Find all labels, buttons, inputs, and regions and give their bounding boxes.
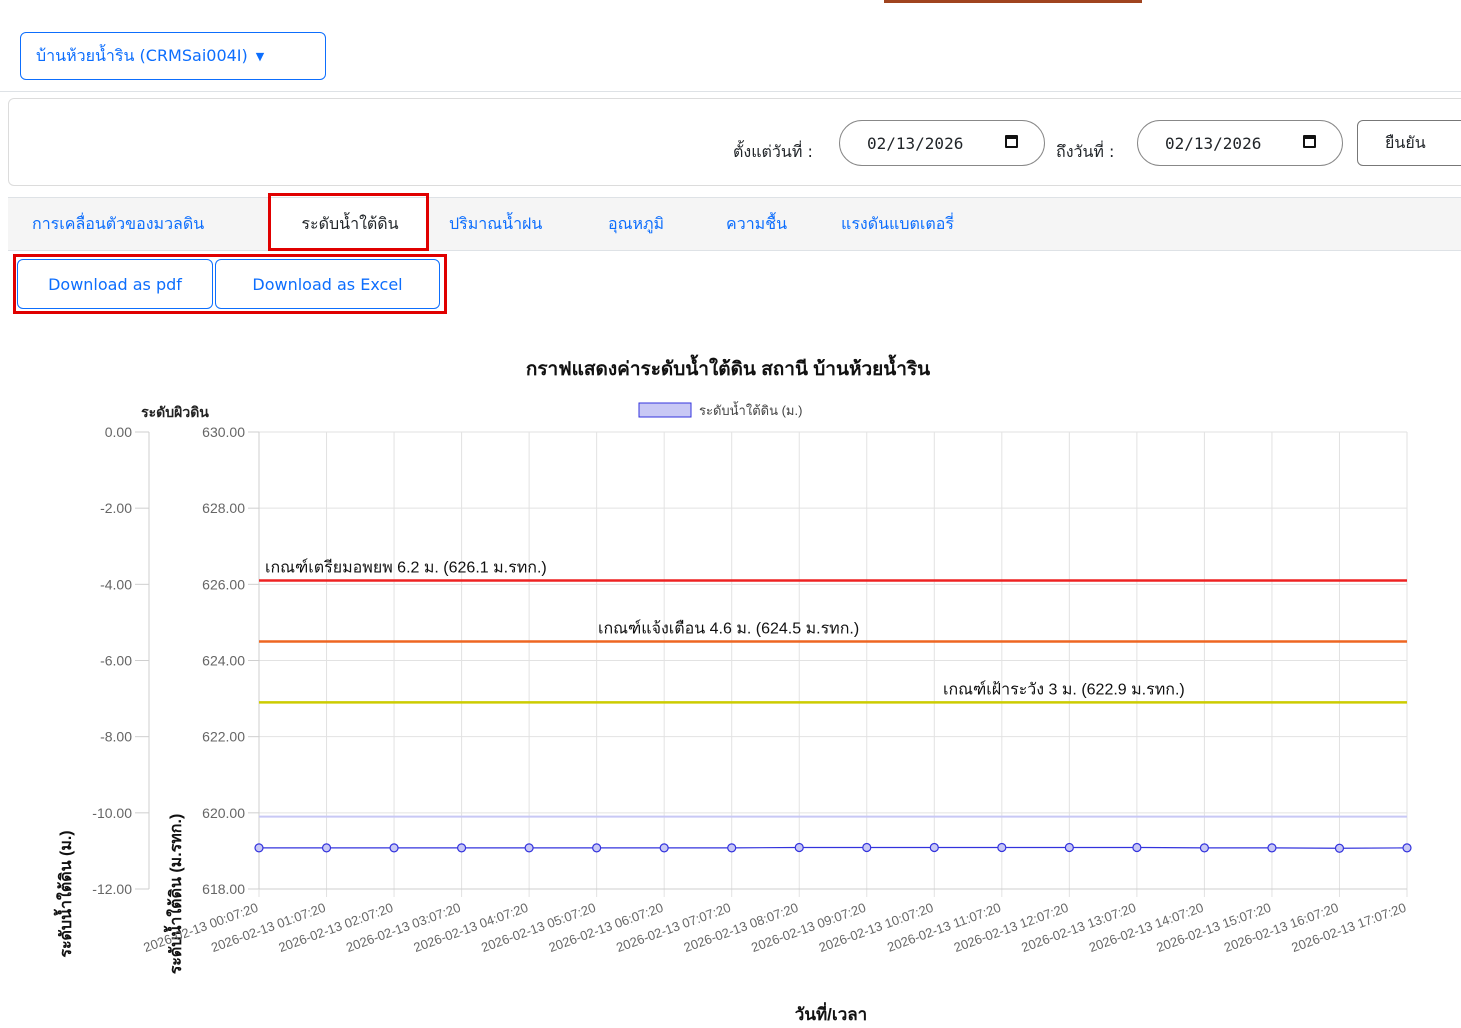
y-left-tick-label: 0.00 (105, 424, 132, 440)
data-point (321, 843, 332, 853)
x-tick-label: 2026-02-13 01:07:20 (209, 900, 328, 955)
surface-level-label: ระดับผิวดิน (141, 404, 209, 420)
divider (0, 91, 1461, 92)
data-point (1064, 842, 1074, 853)
y-left-tick-label: -8.00 (100, 729, 132, 745)
download-pdf-button[interactable]: Download as pdf (17, 259, 213, 309)
y-left-tick-label: -4.00 (100, 576, 132, 592)
data-point (862, 842, 872, 853)
data-point (1267, 843, 1277, 853)
data-point (254, 843, 264, 853)
top-accent-strip (884, 0, 1142, 3)
x-tick-label: 2026-02-13 09:07:20 (749, 900, 868, 955)
x-axis-title: วันที่/เวลา (795, 1002, 867, 1024)
y-right-tick-label: 620.00 (202, 805, 245, 821)
download-pdf-label: Download as pdf (48, 274, 182, 294)
legend-label[interactable]: ระดับน้ำใต้ดิน (ม.) (699, 401, 802, 418)
x-tick-label: 2026-02-13 03:07:20 (344, 900, 463, 955)
x-tick-label: 2026-02-13 14:07:20 (1087, 900, 1206, 955)
tab-rainfall[interactable]: ปริมาณน้ำฝน (449, 198, 542, 251)
tab-battery-voltage[interactable]: แรงดันแบตเตอรี่ (841, 198, 954, 251)
calendar-icon[interactable] (1303, 135, 1316, 148)
tab-temperature[interactable]: อุณหภูมิ (608, 198, 664, 251)
to-date-value: 02/13/2026 (1165, 133, 1262, 153)
x-tick-label: 2026-02-13 00:07:20 (141, 900, 260, 955)
tab-soil-movement[interactable]: การเคลื่อนตัวของมวลดิน (32, 198, 204, 251)
data-point (1199, 843, 1210, 853)
y-right-tick-label: 626.00 (202, 576, 245, 592)
tab-humidity[interactable]: ความชื้น (726, 198, 787, 251)
x-tick-label: 2026-02-13 10:07:20 (817, 900, 936, 955)
tab-label: ความชื้น (726, 214, 788, 233)
tab-label: การเคลื่อนตัวของมวลดิน (32, 214, 205, 233)
to-date-label: ถึงวันที่ : (1056, 142, 1115, 161)
data-point (727, 843, 737, 853)
data-point (592, 843, 602, 853)
legend-swatch[interactable] (638, 402, 692, 418)
y-axis-right-title: ระดับน้ำใต้ดิน (ม.รทก.) (163, 814, 185, 975)
data-point (659, 843, 669, 853)
threshold-label: เกณฑ์เตรียมอพยพ 6.2 ม. (626.1 ม.รทก.) (265, 558, 547, 577)
y-right-tick-label: 618.00 (202, 881, 245, 897)
series-line (259, 846, 1408, 849)
data-point (929, 842, 939, 853)
data-point (1132, 842, 1142, 853)
data-point (997, 842, 1007, 853)
y-left-tick-label: -12.00 (92, 881, 132, 897)
y-left-tick-label: -6.00 (100, 653, 132, 669)
data-point (456, 843, 467, 853)
y-left-tick-label: -2.00 (100, 500, 132, 516)
x-tick-label: 2026-02-13 11:07:20 (885, 900, 1003, 955)
x-tick-label: 2026-02-13 15:07:20 (1154, 900, 1273, 955)
calendar-icon[interactable] (1005, 135, 1018, 148)
download-excel-button[interactable]: Download as Excel (215, 259, 440, 309)
from-date-label: ตั้งแต่วันที่ : (733, 142, 813, 161)
chart-title: กราฟแสดงค่าระดับน้ำใต้ดิน สถานี บ้านห้วย… (526, 354, 930, 380)
threshold-label: เกณฑ์แจ้งเตือน 4.6 ม. (624.5 ม.รทก.) (598, 618, 859, 637)
from-date-value: 02/13/2026 (867, 133, 964, 153)
y-axis-left-title: ระดับน้ำใต้ดิน (ม.) (53, 830, 75, 957)
x-tick-label: 2026-02-13 04:07:20 (412, 900, 531, 955)
y-right-tick-label: 628.00 (202, 500, 245, 516)
x-tick-label: 2026-02-13 02:07:20 (277, 900, 396, 955)
station-dropdown-label: บ้านห้วยน้ำริน (CRMSai004I) (36, 45, 248, 65)
tab-label: แรงดันแบตเตอรี่ (841, 214, 954, 233)
y-right-tick-label: 624.00 (202, 653, 245, 669)
x-tick-label: 2026-02-13 16:07:20 (1222, 900, 1341, 955)
x-tick-label: 2026-02-13 17:07:20 (1289, 900, 1408, 955)
caret-down-icon: ▼ (255, 49, 265, 63)
data-point (794, 842, 804, 853)
y-right-tick-label: 630.00 (202, 424, 245, 440)
confirm-button-label: ยืนยัน (1385, 132, 1426, 152)
x-tick-label: 2026-02-13 08:07:20 (682, 900, 801, 955)
x-tick-label: 2026-02-13 06:07:20 (547, 900, 666, 955)
data-point (1402, 843, 1412, 853)
y-right-tick-label: 622.00 (202, 729, 245, 745)
tab-groundwater-level[interactable]: ระดับน้ำใต้ดิน (271, 198, 429, 251)
tab-bar: การเคลื่อนตัวของมวลดิน ระดับน้ำใต้ดิน ปร… (8, 197, 1461, 251)
x-tick-label: 2026-02-13 13:07:20 (1019, 900, 1138, 955)
to-date-input[interactable]: 02/13/2026 (1137, 120, 1343, 166)
x-tick-label: 2026-02-13 12:07:20 (952, 900, 1071, 955)
x-tick-label: 2026-02-13 05:07:20 (479, 900, 598, 955)
download-excel-label: Download as Excel (252, 274, 403, 294)
tab-label: อุณหภูมิ (608, 214, 665, 233)
from-date-input[interactable]: 02/13/2026 (839, 120, 1045, 166)
plot-area: 630.00 0.00 628.00 -2.00 626.00 -4.00 624.00 -6… (92, 424, 1412, 955)
tab-label: ระดับน้ำใต้ดิน (301, 214, 399, 233)
x-tick-label: 2026-02-13 07:07:20 (614, 900, 733, 955)
data-point (524, 843, 534, 853)
data-point (389, 843, 399, 853)
station-dropdown[interactable]: บ้านห้วยน้ำริน (CRMSai004I) ▼ (20, 32, 326, 80)
confirm-button[interactable]: ยืนยัน (1357, 120, 1461, 166)
groundwater-chart: กราฟแสดงค่าระดับน้ำใต้ดิน สถานี บ้านห้วย… (53, 354, 1412, 1024)
data-point (1334, 843, 1345, 853)
y-left-tick-label: -10.00 (92, 805, 132, 821)
threshold-label: เกณฑ์เฝ้าระวัง 3 ม. (622.9 ม.รทก.) (943, 679, 1185, 698)
tab-label: ปริมาณน้ำฝน (449, 214, 543, 233)
